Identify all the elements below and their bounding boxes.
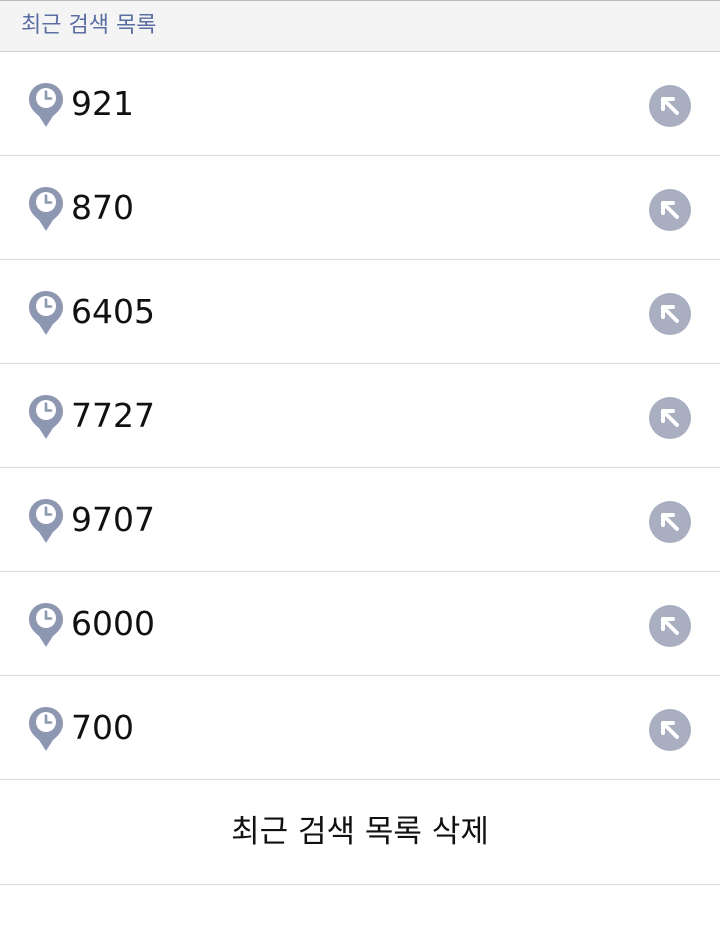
list-item[interactable]: 7727 <box>0 364 720 468</box>
recent-search-header: 최근 검색 목록 <box>0 0 720 52</box>
list-item-label: 7727 <box>71 396 155 435</box>
list-item[interactable]: 6405 <box>0 260 720 364</box>
recent-search-list: 921 870 6405 7727 9707 6000 700 <box>0 52 720 780</box>
arrow-up-left-icon[interactable] <box>648 292 692 336</box>
list-item-label: 6405 <box>71 292 155 331</box>
clock-pin-icon <box>29 603 63 647</box>
arrow-up-left-icon[interactable] <box>648 188 692 232</box>
clock-pin-icon <box>29 187 63 231</box>
clock-pin-icon <box>29 83 63 127</box>
list-item-label: 6000 <box>71 604 155 643</box>
list-item-label: 921 <box>71 84 134 123</box>
arrow-up-left-icon[interactable] <box>648 604 692 648</box>
list-item[interactable]: 6000 <box>0 572 720 676</box>
clear-recent-searches-label: 최근 검색 목록 삭제 <box>231 814 489 850</box>
page-title: 최근 검색 목록 <box>21 13 157 38</box>
clock-pin-icon <box>29 499 63 543</box>
arrow-up-left-icon[interactable] <box>648 396 692 440</box>
list-item-label: 700 <box>71 708 134 747</box>
clock-pin-icon <box>29 395 63 439</box>
list-item[interactable]: 870 <box>0 156 720 260</box>
list-item-label: 870 <box>71 188 134 227</box>
list-item[interactable]: 700 <box>0 676 720 780</box>
list-item-label: 9707 <box>71 500 155 539</box>
clock-pin-icon <box>29 291 63 335</box>
arrow-up-left-icon[interactable] <box>648 500 692 544</box>
list-item[interactable]: 9707 <box>0 468 720 572</box>
arrow-up-left-icon[interactable] <box>648 708 692 752</box>
clock-pin-icon <box>29 707 63 751</box>
list-item[interactable]: 921 <box>0 52 720 156</box>
clear-recent-searches-button[interactable]: 최근 검색 목록 삭제 <box>0 780 720 885</box>
arrow-up-left-icon[interactable] <box>648 84 692 128</box>
